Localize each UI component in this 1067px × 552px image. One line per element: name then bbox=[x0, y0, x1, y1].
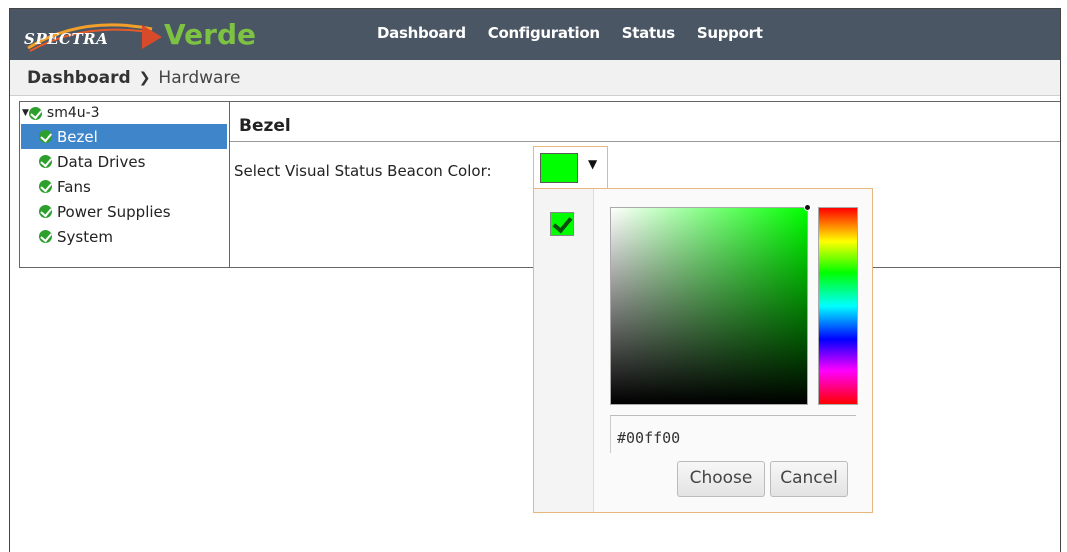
tree-item-fans[interactable]: Fans bbox=[21, 174, 227, 199]
breadcrumb-current: Hardware bbox=[158, 67, 241, 88]
top-navigation-bar: SPECTRA Verde Dashboard Configuration St… bbox=[10, 9, 1060, 60]
logo-spectra-text: SPECTRA bbox=[24, 30, 109, 48]
tree-item-label: Power Supplies bbox=[57, 202, 171, 221]
dropdown-arrow-icon: ▼ bbox=[588, 157, 598, 171]
tree-item-label: Bezel bbox=[57, 127, 98, 146]
nav-dashboard[interactable]: Dashboard bbox=[377, 24, 466, 42]
beacon-color-dropdown[interactable]: ▼ bbox=[533, 146, 608, 189]
tree-item-data-drives[interactable]: Data Drives bbox=[21, 149, 227, 174]
check-circle-icon bbox=[39, 180, 52, 193]
nav-status[interactable]: Status bbox=[622, 24, 675, 42]
tree-item-label: Fans bbox=[57, 177, 91, 196]
beacon-color-label: Select Visual Status Beacon Color: bbox=[234, 162, 492, 180]
tree-item-label: System bbox=[57, 227, 113, 246]
tree-root-node[interactable]: ▼ sm4u-3 bbox=[22, 105, 100, 121]
tree-item-bezel[interactable]: Bezel bbox=[21, 124, 227, 149]
logo-verde-text: Verde bbox=[164, 18, 256, 51]
color-selector-handle[interactable] bbox=[804, 204, 811, 211]
tree-item-system[interactable]: System bbox=[21, 224, 227, 249]
color-picker-popup: Choose Cancel bbox=[533, 188, 873, 513]
panel-title: Bezel bbox=[230, 102, 1060, 142]
color-palette bbox=[534, 189, 594, 512]
hardware-tree: ▼ sm4u-3 Bezel Data Drives Fans Power Su… bbox=[19, 101, 229, 268]
saturation-brightness-area[interactable] bbox=[610, 204, 811, 405]
check-circle-icon bbox=[39, 155, 52, 168]
breadcrumb: Dashboard ❯ Hardware bbox=[10, 60, 1060, 96]
nav-support[interactable]: Support bbox=[697, 24, 763, 42]
cancel-button[interactable]: Cancel bbox=[770, 461, 848, 497]
caret-down-icon[interactable]: ▼ bbox=[22, 108, 29, 118]
current-color-swatch bbox=[540, 153, 578, 183]
nav-configuration[interactable]: Configuration bbox=[488, 24, 600, 42]
choose-button[interactable]: Choose bbox=[677, 461, 765, 497]
main-nav: Dashboard Configuration Status Support bbox=[377, 24, 785, 42]
tree-item-power-supplies[interactable]: Power Supplies bbox=[21, 199, 227, 224]
tree-item-label: Data Drives bbox=[57, 152, 146, 171]
palette-swatch-selected[interactable] bbox=[550, 212, 574, 236]
tree-root-label: sm4u-3 bbox=[46, 105, 100, 121]
check-circle-icon bbox=[39, 205, 52, 218]
hue-slider[interactable] bbox=[818, 207, 858, 405]
check-circle-icon bbox=[39, 130, 52, 143]
hex-color-input[interactable] bbox=[610, 415, 856, 453]
spectra-verde-logo[interactable]: SPECTRA Verde bbox=[18, 15, 263, 55]
chevron-right-icon: ❯ bbox=[138, 69, 151, 86]
check-circle-icon bbox=[28, 106, 42, 120]
check-circle-icon bbox=[39, 230, 52, 243]
breadcrumb-dashboard-link[interactable]: Dashboard bbox=[27, 68, 131, 88]
